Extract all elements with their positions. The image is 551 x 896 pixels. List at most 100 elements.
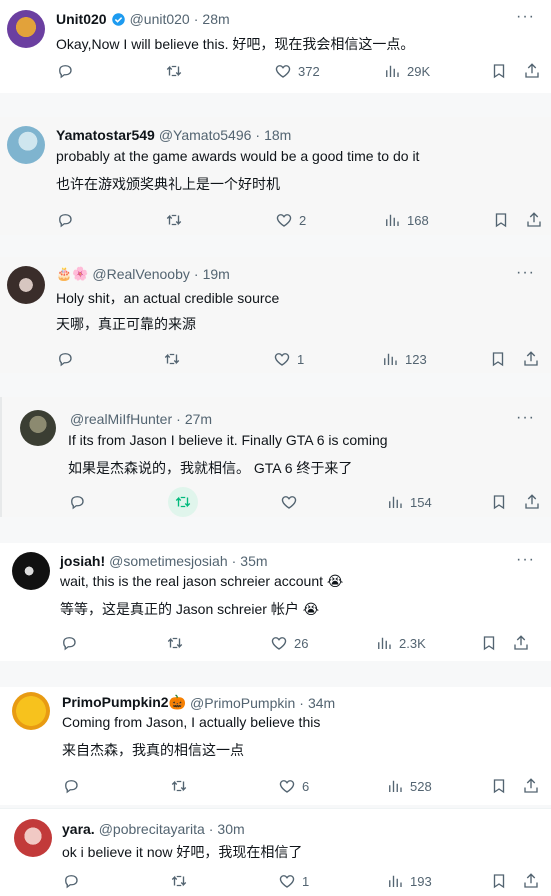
- views-button[interactable]: 168: [383, 211, 429, 229]
- more-icon[interactable]: ···: [516, 409, 535, 427]
- timestamp[interactable]: 28m: [202, 11, 229, 27]
- views-button[interactable]: 123: [381, 350, 427, 368]
- author-handle[interactable]: @realMiIfHunter: [70, 411, 172, 427]
- tweet-text: Coming from Jason, I actually believe th…: [62, 714, 321, 730]
- like-count: 2: [299, 212, 307, 228]
- reply-icon: [62, 872, 80, 890]
- reply-button[interactable]: [56, 62, 74, 80]
- timestamp[interactable]: 34m: [308, 695, 335, 711]
- avatar[interactable]: [12, 552, 50, 590]
- tweet-4[interactable]: @realMiIfHunter · 27m ··· If its from Ja…: [0, 397, 551, 517]
- bookmark-button[interactable]: [490, 872, 508, 890]
- reply-button[interactable]: [56, 350, 74, 368]
- author-handle[interactable]: @unit020: [130, 11, 190, 27]
- views-button[interactable]: 2.3K: [375, 634, 426, 652]
- share-button[interactable]: [522, 777, 540, 795]
- like-button[interactable]: 6: [278, 777, 309, 795]
- bookmark-icon: [490, 872, 508, 890]
- bookmark-button[interactable]: [480, 634, 498, 652]
- like-button[interactable]: 372: [274, 62, 320, 80]
- avatar[interactable]: [14, 819, 52, 857]
- timestamp[interactable]: 35m: [240, 553, 267, 569]
- reply-button[interactable]: [56, 211, 74, 229]
- separator: ·: [193, 11, 199, 27]
- like-button[interactable]: 2: [275, 211, 306, 229]
- timestamp[interactable]: 18m: [264, 127, 291, 143]
- bookmark-button[interactable]: [492, 211, 510, 229]
- timestamp[interactable]: 30m: [217, 821, 244, 837]
- tweet-3[interactable]: 🎂🌸 @RealVenooby · 19m ··· Holy shit，an a…: [0, 257, 551, 373]
- share-button[interactable]: [522, 350, 540, 368]
- views-icon: [381, 350, 399, 368]
- tweet-text: If its from Jason I believe it. Finally …: [68, 432, 388, 448]
- author-name[interactable]: Unit020: [56, 11, 107, 27]
- retweet-button[interactable]: [166, 634, 184, 652]
- tweet-7[interactable]: yara. @pobrecitayarita · 30m ok i believ…: [0, 808, 551, 896]
- author-name[interactable]: josiah!: [60, 553, 105, 569]
- author-handle[interactable]: @PrimoPumpkin: [190, 695, 295, 711]
- views-button[interactable]: 154: [386, 493, 432, 511]
- retweet-button[interactable]: [170, 872, 188, 890]
- views-button[interactable]: 193: [386, 872, 432, 890]
- views-count: 123: [405, 351, 427, 367]
- views-icon: [383, 211, 401, 229]
- share-icon: [523, 493, 541, 511]
- avatar[interactable]: [7, 266, 45, 304]
- author-name[interactable]: PrimoPumpkin2🎃: [62, 694, 186, 711]
- tweet-2[interactable]: Yamatostar549 @Yamato5496 · 18m probably…: [0, 117, 551, 235]
- author-name[interactable]: yara.: [62, 821, 95, 837]
- timestamp[interactable]: 19m: [203, 266, 230, 282]
- retweet-button-active[interactable]: [168, 487, 198, 517]
- more-icon[interactable]: ···: [516, 264, 535, 282]
- reply-button[interactable]: [62, 777, 80, 795]
- retweet-button[interactable]: [170, 777, 188, 795]
- bookmark-icon: [480, 634, 498, 652]
- reply-button[interactable]: [62, 872, 80, 890]
- like-button[interactable]: 1: [273, 350, 304, 368]
- tweet-1[interactable]: Unit020 @unit020 · 28m ··· Okay,Now I wi…: [0, 0, 551, 93]
- retweet-icon: [170, 777, 188, 795]
- bookmark-button[interactable]: [490, 777, 508, 795]
- tweet-translation: 如果是杰森说的，我就相信。 GTA 6 终于来了: [68, 460, 353, 476]
- avatar[interactable]: [20, 410, 56, 446]
- tweet-translation: 来自杰森，我真的相信这一点: [62, 742, 244, 758]
- share-button[interactable]: [523, 62, 541, 80]
- views-button[interactable]: 528: [386, 777, 432, 795]
- bookmark-button[interactable]: [490, 62, 508, 80]
- share-button[interactable]: [525, 211, 543, 229]
- share-button[interactable]: [522, 872, 540, 890]
- author-handle[interactable]: @RealVenooby: [92, 266, 190, 282]
- views-button[interactable]: 29K: [383, 62, 430, 80]
- like-button[interactable]: [280, 493, 298, 511]
- retweet-button[interactable]: [163, 350, 181, 368]
- views-icon: [386, 777, 404, 795]
- author-handle[interactable]: @pobrecitayarita: [99, 821, 205, 837]
- retweet-button[interactable]: [165, 62, 183, 80]
- share-button[interactable]: [523, 493, 541, 511]
- timestamp[interactable]: 27m: [185, 411, 212, 427]
- bookmark-button[interactable]: [490, 493, 508, 511]
- more-icon[interactable]: ···: [516, 551, 535, 569]
- tweet-5[interactable]: josiah! @sometimesjosiah · 35m ··· wait,…: [0, 543, 551, 661]
- author-name[interactable]: Yamatostar549: [56, 127, 155, 143]
- reply-button[interactable]: [68, 493, 86, 511]
- verified-icon: [111, 12, 125, 26]
- views-icon: [386, 872, 404, 890]
- avatar[interactable]: [7, 10, 45, 48]
- reply-button[interactable]: [60, 634, 78, 652]
- retweet-button[interactable]: [165, 211, 183, 229]
- separator: ·: [255, 127, 261, 143]
- author-handle[interactable]: @Yamato5496: [159, 127, 252, 143]
- avatar[interactable]: [12, 692, 50, 730]
- views-count: 29K: [407, 63, 431, 79]
- separator: ·: [193, 266, 199, 282]
- bookmark-button[interactable]: [489, 350, 507, 368]
- share-icon: [522, 350, 540, 368]
- like-button[interactable]: 26: [270, 634, 308, 652]
- like-button[interactable]: 1: [278, 872, 309, 890]
- avatar[interactable]: [7, 126, 45, 164]
- more-icon[interactable]: ···: [516, 8, 535, 26]
- share-button[interactable]: [512, 634, 530, 652]
- author-handle[interactable]: @sometimesjosiah: [109, 553, 227, 569]
- tweet-6[interactable]: PrimoPumpkin2🎃 @PrimoPumpkin · 34m Comin…: [0, 687, 551, 805]
